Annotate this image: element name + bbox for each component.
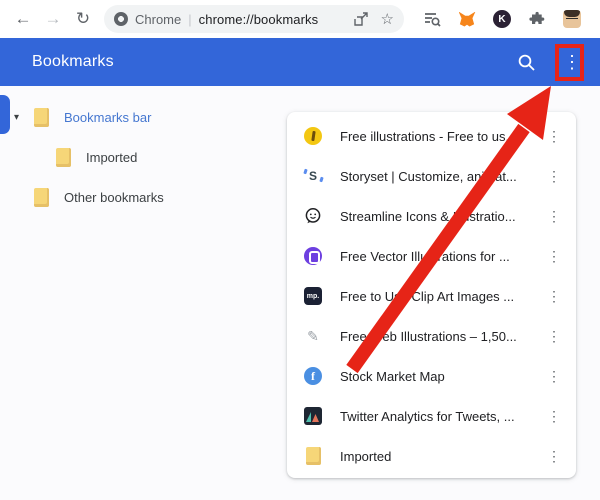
row-menu-button[interactable]: ⋮ — [546, 368, 562, 385]
sidebar-item-imported[interactable]: Imported — [0, 137, 287, 177]
bookmark-row[interactable]: Free illustrations - Free to us... ⋮ — [287, 116, 576, 156]
reload-icon: ↻ — [76, 9, 90, 29]
bookmark-title: Free to Use Clip Art Images ... — [340, 289, 546, 304]
row-menu-button[interactable]: ⋮ — [546, 208, 562, 225]
fox-icon — [459, 12, 476, 27]
favicon-storyset: S — [303, 166, 323, 186]
bookmark-title: Stock Market Map — [340, 369, 546, 384]
bookmark-row[interactable]: Imported ⋮ — [287, 436, 576, 476]
bookmark-title: Imported — [340, 449, 546, 464]
favicon-mp: mp. — [303, 286, 323, 306]
folder-icon — [34, 108, 49, 127]
bookmark-row[interactable]: mp. Free to Use Clip Art Images ... ⋮ — [287, 276, 576, 316]
bookmark-row[interactable]: S Storyset | Customize, animat... ⋮ — [287, 156, 576, 196]
bookmark-row[interactable]: f Stock Market Map ⋮ — [287, 356, 576, 396]
content-area: ▾ Bookmarks bar Imported Other bookmarks… — [0, 86, 600, 500]
bookmark-title: Free Web Illustrations – 1,50... — [340, 329, 546, 344]
chevron-down-icon[interactable]: ▾ — [14, 112, 34, 123]
favicon-twitter-analytics — [303, 406, 323, 426]
bookmark-row[interactable]: ✎ Free Web Illustrations – 1,50... ⋮ — [287, 316, 576, 356]
folder-icon — [34, 188, 49, 207]
face-bubble-icon — [304, 207, 322, 225]
back-button[interactable]: ← — [10, 6, 36, 32]
folder-icon — [56, 148, 71, 167]
bookmark-title: Streamline Icons & Illustratio... — [340, 209, 546, 224]
browser-toolbar: ← → ↻ Chrome | chrome://bookmarks ☆ K — [0, 0, 600, 38]
k-extension-icon[interactable]: K — [492, 9, 512, 29]
profile-avatar[interactable] — [562, 9, 582, 29]
url-separator: | — [188, 12, 191, 27]
url-text: chrome://bookmarks — [199, 12, 319, 27]
favicon-free-illustrations — [303, 126, 323, 146]
folder-label: Imported — [86, 150, 137, 165]
row-menu-button[interactable]: ⋮ — [546, 408, 562, 425]
pencil-icon: ✎ — [303, 326, 323, 346]
sidebar-item-other-bookmarks[interactable]: Other bookmarks — [0, 177, 287, 217]
chrome-logo-icon — [114, 12, 128, 26]
bookmark-star-icon[interactable]: ☆ — [381, 10, 394, 28]
address-bar[interactable]: Chrome | chrome://bookmarks ☆ — [104, 5, 404, 33]
share-icon[interactable] — [353, 11, 369, 27]
folder-label: Bookmarks bar — [64, 110, 151, 125]
favicon-streamline — [303, 206, 323, 226]
forward-icon: → — [45, 9, 62, 29]
row-menu-button[interactable]: ⋮ — [546, 168, 562, 185]
search-icon[interactable] — [517, 53, 536, 72]
row-menu-button[interactable]: ⋮ — [546, 448, 562, 465]
avatar-icon — [563, 10, 581, 28]
reload-button[interactable]: ↻ — [70, 6, 96, 32]
bookmark-title: Twitter Analytics for Tweets, ... — [340, 409, 546, 424]
k-badge-icon: K — [493, 10, 511, 28]
favicon-free-vector — [303, 246, 323, 266]
folder-label: Other bookmarks — [64, 190, 164, 205]
row-menu-button[interactable]: ⋮ — [546, 128, 562, 145]
row-menu-button[interactable]: ⋮ — [546, 288, 562, 305]
extensions-area: K ⋮ — [422, 9, 600, 29]
bookmark-row[interactable]: Twitter Analytics for Tweets, ... ⋮ — [287, 396, 576, 436]
bookmark-list: Free illustrations - Free to us... ⋮ S S… — [287, 112, 576, 478]
row-menu-button[interactable]: ⋮ — [546, 248, 562, 265]
bookmark-row[interactable]: Streamline Icons & Illustratio... ⋮ — [287, 196, 576, 236]
back-icon: ← — [15, 9, 32, 29]
bookmark-title: Storyset | Customize, animat... — [340, 169, 546, 184]
page-title: Bookmarks — [32, 53, 114, 71]
folder-tree: ▾ Bookmarks bar Imported Other bookmarks — [0, 86, 287, 217]
row-menu-button[interactable]: ⋮ — [546, 328, 562, 345]
url-app-name: Chrome — [135, 12, 181, 27]
organize-menu-button[interactable]: ⋮ — [562, 52, 582, 73]
metamask-extension-icon[interactable] — [457, 9, 477, 29]
sidebar-item-bookmarks-bar[interactable]: ▾ Bookmarks bar — [0, 97, 287, 137]
folder-icon — [303, 446, 323, 466]
favicon-finviz: f — [303, 366, 323, 386]
forward-button[interactable]: → — [40, 6, 66, 32]
extensions-puzzle-icon[interactable] — [527, 9, 547, 29]
bookmark-title: Free illustrations - Free to us... — [340, 129, 546, 144]
bookmark-title: Free Vector Illustrations for ... — [340, 249, 546, 264]
bookmarks-header: Bookmarks ⋮ — [0, 38, 600, 86]
bookmark-row[interactable]: Free Vector Illustrations for ... ⋮ — [287, 236, 576, 276]
notes-extension-icon[interactable] — [422, 9, 442, 29]
